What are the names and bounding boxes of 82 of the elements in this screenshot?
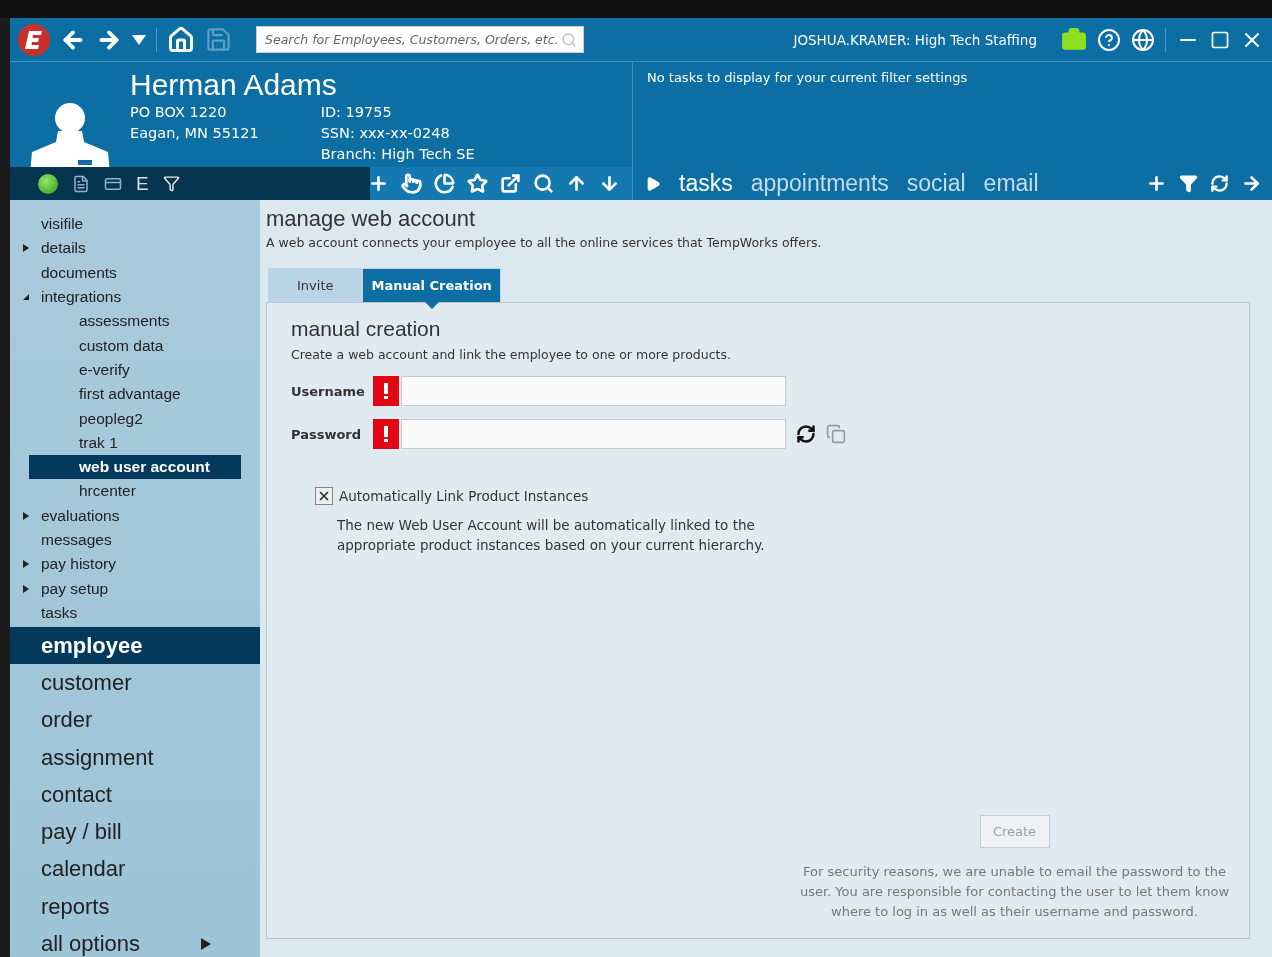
section-title: manual creation	[291, 317, 442, 341]
tasks-tab[interactable]: social	[906, 170, 966, 197]
filter-icon[interactable]	[1179, 173, 1198, 194]
page-subtitle: A web account connects your employee to all the online services that TempWorks offers.	[266, 235, 823, 250]
sidebar-item[interactable]: trak 1	[29, 430, 241, 455]
nav-item[interactable]: employee	[10, 627, 260, 665]
search-icon	[561, 31, 577, 48]
sidebar-item[interactable]: e-verify	[29, 357, 241, 383]
record-field: ID: 19755	[320, 102, 475, 123]
sidebar-item[interactable]: documents	[10, 260, 241, 285]
arrow-up-icon[interactable]	[566, 173, 587, 194]
sidebar-item[interactable]: tasks	[10, 600, 241, 626]
search-icon[interactable]	[533, 173, 554, 194]
maximize-icon[interactable]	[1210, 29, 1230, 50]
add-icon[interactable]	[1146, 173, 1167, 194]
check-mark-icon	[317, 489, 331, 503]
nav-item[interactable]: contact	[10, 776, 241, 814]
sidebar-item[interactable]: assessments	[29, 309, 241, 334]
nav-item[interactable]: reports	[10, 888, 241, 926]
tasks-tab[interactable]: tasks	[679, 170, 733, 197]
password-field[interactable]	[401, 419, 786, 449]
pointer-icon[interactable]	[401, 173, 422, 194]
checkbox[interactable]	[315, 487, 333, 505]
field-label: Username	[291, 383, 363, 399]
sidebar-item[interactable]: peopleg2	[29, 406, 241, 431]
address-line: PO BOX 1220	[130, 103, 228, 122]
sidebar-item[interactable]: hrcenter	[29, 479, 241, 504]
nav-item[interactable]: assignment	[10, 738, 241, 777]
star-icon[interactable]	[467, 173, 488, 194]
notes-icon[interactable]	[72, 174, 90, 193]
nav-item[interactable]: all options	[10, 925, 241, 957]
caret-icon[interactable]	[22, 511, 30, 520]
help-button[interactable]	[1097, 27, 1121, 52]
status-dot-icon	[38, 173, 58, 194]
section-subtitle: Create a web account and link the employee to one or more products.	[291, 347, 732, 362]
arrow-right-icon[interactable]	[1241, 173, 1262, 194]
employee-name: Herman Adams	[130, 68, 338, 102]
add-icon[interactable]	[368, 173, 389, 194]
nav-item[interactable]: customer	[10, 664, 241, 702]
caret-icon[interactable]	[22, 293, 30, 302]
sidebar-item[interactable]: pay setup	[10, 576, 241, 601]
username-field[interactable]	[401, 376, 786, 406]
caret-icon[interactable]	[22, 584, 30, 593]
tasks-tab[interactable]: email	[983, 170, 1039, 197]
sidebar-item[interactable]: messages	[10, 527, 241, 553]
status-letter[interactable]: E	[136, 172, 149, 195]
page-title: manage web account	[266, 206, 477, 232]
checkbox-label: Automatically Link Product Instances	[339, 488, 589, 504]
play-icon[interactable]	[645, 175, 661, 192]
chart-icon[interactable]	[434, 173, 455, 194]
sidebar-item[interactable]: integrations	[10, 284, 241, 310]
nav-item[interactable]: pay / bill	[10, 813, 241, 851]
sidebar-item[interactable]: evaluations	[10, 503, 241, 528]
security-note: For security reasons, we are unable to email the password to the user. You are responsible for contacting the user to let them know where to log in as well as their username and password.	[798, 863, 1231, 921]
tab[interactable]: Invite	[268, 268, 363, 302]
auto-link-note: The new Web User Account will be automatically linked to the appropriate product instances based on your current hierarchy.	[337, 516, 766, 555]
tasks-tab[interactable]: appointments	[750, 170, 889, 197]
user-label: JOSHUA.KRAMER: High Tech Staffing	[793, 31, 1037, 48]
sidebar-item[interactable]: web user account	[29, 454, 241, 480]
globe-icon[interactable]	[1131, 27, 1155, 52]
record-field: Branch: High Tech SE	[320, 144, 475, 165]
home-button[interactable]	[167, 25, 195, 54]
dropdown-caret-icon[interactable]	[132, 33, 146, 46]
nav-item[interactable]: calendar	[10, 850, 241, 889]
tab-pointer	[424, 302, 439, 309]
caret-icon[interactable]	[22, 244, 30, 253]
sidebar-item[interactable]: pay history	[10, 552, 241, 577]
address-line: Eagan, MN 55121	[130, 124, 259, 143]
external-link-icon[interactable]	[500, 173, 521, 194]
app-logo-icon[interactable]	[18, 23, 50, 56]
tasks-message: No tasks to display for your current filter settings	[632, 62, 1272, 167]
caret-icon[interactable]	[22, 560, 30, 569]
sidebar-item[interactable]: custom data	[29, 333, 241, 358]
record-field: SSN: xxx-xx-0248	[320, 123, 475, 144]
sidebar-item[interactable]: first advantage	[29, 382, 241, 407]
sidebar-item[interactable]: details	[10, 236, 241, 261]
field-label: Password	[291, 426, 363, 442]
arrow-down-icon[interactable]	[599, 173, 620, 194]
nav-item[interactable]: order	[10, 701, 241, 739]
search-field[interactable]: Search for Employees, Customers, Orders, etc.	[256, 26, 584, 53]
sidebar-item[interactable]: visifile	[10, 212, 241, 237]
refresh-icon[interactable]	[796, 424, 816, 444]
